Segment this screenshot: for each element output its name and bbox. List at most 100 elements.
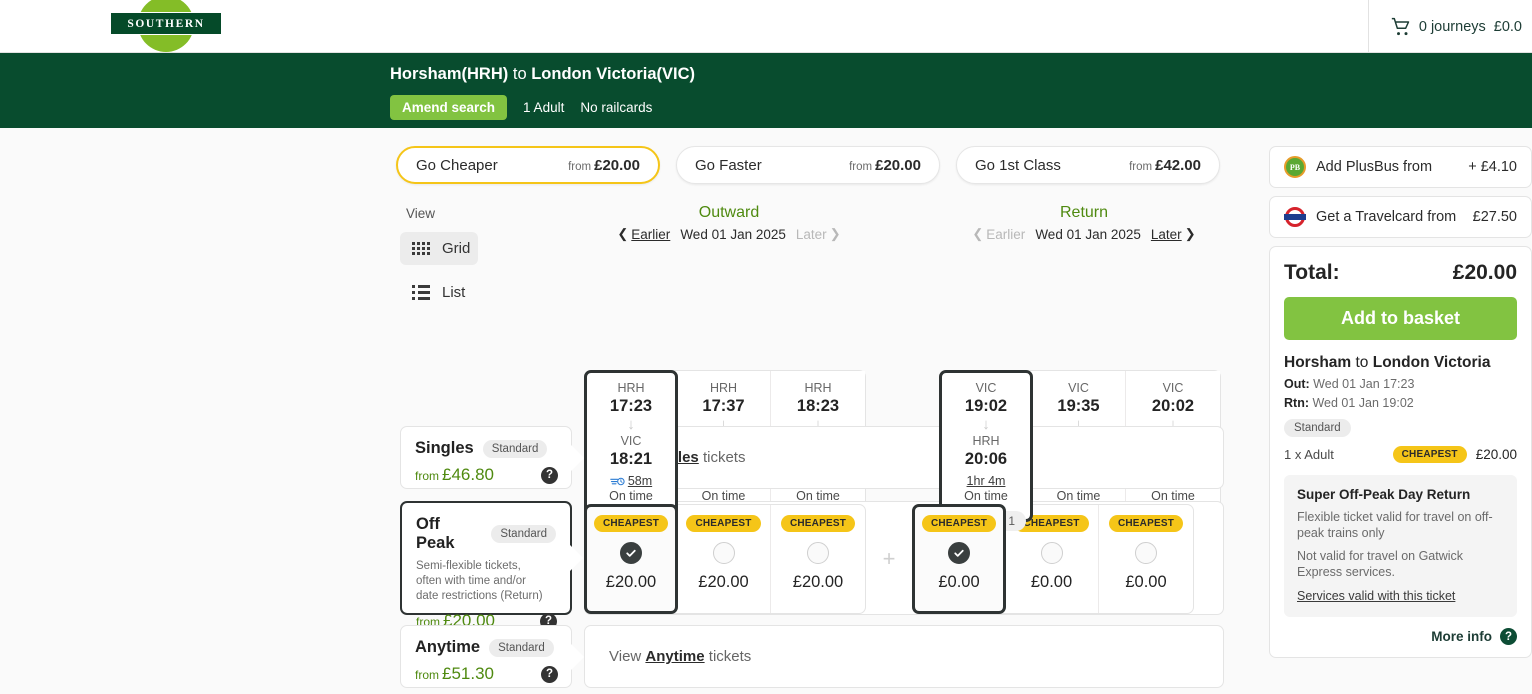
outward-date: Wed 01 Jan 2025 <box>680 226 786 242</box>
ticket-type-name: Off Peak <box>416 515 455 552</box>
journey-departure-time: 20:02 <box>1151 397 1195 415</box>
price-option[interactable]: CHEAPEST £20.00 <box>677 505 771 613</box>
price-radio[interactable] <box>1040 542 1063 564</box>
journey-origin-code: VIC <box>1162 381 1184 395</box>
return-later-button[interactable]: Later ❯ <box>1151 226 1196 242</box>
ticket-description-title: Super Off-Peak Day Return <box>1297 487 1471 502</box>
price-selection-row: CHEAPEST £20.00 CHEAPEST £20.00 CHEAPEST <box>584 504 1224 614</box>
ticket-price-amount: £46.80 <box>442 465 494 484</box>
anytime-fare-panel[interactable]: View Anytime tickets <box>584 625 1224 688</box>
journey-origin-code: HRH <box>709 381 738 395</box>
fare-tab-amount: £20.00 <box>875 156 921 174</box>
basket-out-label: Out: <box>1284 377 1310 391</box>
journey-departure-time: 19:35 <box>1057 397 1100 415</box>
singles-fare-panel[interactable]: View Singles tickets <box>584 426 1224 489</box>
return-header: Return ❮ Earlier Wed 01 Jan 2025 Later ❯ <box>939 204 1229 242</box>
price-option[interactable]: CHEAPEST £20.00 <box>584 504 678 614</box>
outward-later-label: Later <box>795 226 827 242</box>
cart-total-amount: £0.0 <box>1493 18 1522 35</box>
journey-departure-time: 17:37 <box>702 397 745 415</box>
ticket-type-pointer <box>571 643 584 670</box>
top-bar: SOUTHERN 0 journeys £0.0 <box>0 0 1532 53</box>
basket-class-tag: Standard <box>1284 419 1351 437</box>
ticket-price-from: from <box>415 668 439 682</box>
fare-tab-go-cheaper[interactable]: Go Cheaper from £20.00 <box>396 146 660 184</box>
services-valid-link[interactable]: Services valid with this ticket <box>1297 589 1455 603</box>
chevron-left-icon: ❮ <box>617 226 629 241</box>
journey-origin-code: HRH <box>617 381 645 395</box>
fastest-journey-icon <box>610 477 625 485</box>
price-radio[interactable] <box>807 542 829 564</box>
ticket-type-price: from £46.80 <box>415 465 494 485</box>
arrow-down-icon: ↓ <box>627 416 635 433</box>
journey-header-bar: Horsham(HRH) to London Victoria(VIC) Ame… <box>0 53 1532 128</box>
outward-earlier-button[interactable]: ❮ Earlier <box>617 226 670 242</box>
price-radio-selected[interactable] <box>948 542 970 564</box>
price-radio[interactable] <box>1135 542 1157 564</box>
fare-tab-go-1st-class[interactable]: Go 1st Class from £42.00 <box>956 146 1220 184</box>
view-option-list[interactable]: List <box>400 276 478 309</box>
journey-origin-code: VIC <box>975 381 997 395</box>
price-radio-selected[interactable] <box>620 542 642 564</box>
outward-later-button[interactable]: Later ❯ <box>796 226 841 242</box>
add-to-basket-button[interactable]: Add to basket <box>1284 297 1517 340</box>
fare-tab-amount: £20.00 <box>594 156 640 174</box>
total-label: Total: <box>1284 261 1340 284</box>
help-icon[interactable]: ? <box>541 665 558 683</box>
journey-card[interactable]: VIC 19:02 ↓ HRH 20:06 1hr 4m On time Cha… <box>939 370 1033 531</box>
fare-tab-price: from £42.00 <box>1129 157 1201 174</box>
basket-out-value: Wed 01 Jan 17:23 <box>1313 377 1415 391</box>
basket-origin: Horsham <box>1284 354 1352 371</box>
add-plusbus-button[interactable]: PB Add PlusBus from + £4.10 <box>1269 146 1532 188</box>
main-content: Go Cheaper from £20.00 Go Faster from £20.… <box>0 128 1532 694</box>
shopping-cart-icon <box>1391 17 1410 35</box>
basket-connector: to <box>1355 354 1369 371</box>
chevron-right-icon: ❯ <box>1184 226 1196 241</box>
more-info-label: More info <box>1431 629 1492 644</box>
get-travelcard-button[interactable]: Get a Travelcard from £27.50 <box>1269 196 1532 238</box>
journey-origin: Horsham(HRH) <box>390 65 509 83</box>
cart-summary[interactable]: 0 journeys £0.0 <box>1367 0 1532 53</box>
journey-duration[interactable]: 58m <box>628 474 652 488</box>
basket-cheapest-badge: CHEAPEST <box>1392 446 1467 463</box>
price-option[interactable]: CHEAPEST £0.00 <box>1099 505 1193 613</box>
price-option[interactable]: CHEAPEST £0.00 <box>912 504 1006 614</box>
price-radio[interactable] <box>712 542 735 564</box>
view-anytime-link[interactable]: Anytime <box>645 648 704 665</box>
arrow-down-icon: ↓ <box>982 416 990 433</box>
travelcard-label: Get a Travelcard from <box>1316 209 1457 225</box>
journey-arrival-time: 18:21 <box>609 450 653 468</box>
more-info-button[interactable]: More info ? <box>1284 628 1517 645</box>
price-option[interactable]: CHEAPEST £20.00 <box>771 505 865 613</box>
outward-earlier-label: Earlier <box>631 226 671 242</box>
fare-tab-label: Go Faster <box>695 156 762 174</box>
railcard-status: No railcards <box>580 100 653 115</box>
ticket-type-name: Anytime <box>415 638 481 656</box>
basket-price: £20.00 <box>1475 447 1517 462</box>
cart-journeys-label: 0 journeys <box>1418 18 1486 35</box>
fare-tab-group: Go Cheaper from £20.00 Go Faster from £20.… <box>396 146 1220 184</box>
help-icon[interactable]: ? <box>541 466 558 484</box>
journey-status: On time <box>964 489 1008 503</box>
journey-route-title: Horsham(HRH) to London Victoria(VIC) <box>390 65 695 84</box>
ticket-class-tag: Standard <box>489 638 554 657</box>
passenger-count: 1 Adult <box>523 100 565 115</box>
journey-duration[interactable]: 1hr 4m <box>967 474 1006 488</box>
ticket-type-anytime[interactable]: Anytime Standard from £51.30 ? <box>400 625 585 688</box>
return-earlier-button[interactable]: ❮ Earlier <box>972 226 1025 242</box>
fare-tab-from: from <box>849 160 873 173</box>
price-value: £0.00 <box>938 573 980 591</box>
help-icon[interactable]: ? <box>1500 628 1517 645</box>
cheapest-badge: CHEAPEST <box>921 515 997 532</box>
southern-logo[interactable]: SOUTHERN <box>110 0 222 56</box>
basket-route: Horsham to London Victoria <box>1284 354 1517 372</box>
amend-search-button[interactable]: Amend search <box>390 95 508 120</box>
ticket-type-off-peak[interactable]: Off Peak Standard Semi-flexible tickets,… <box>400 501 584 630</box>
ticket-class-tag: Standard <box>491 525 556 543</box>
journey-departure-time: 19:02 <box>964 397 1008 415</box>
ticket-type-singles[interactable]: Singles Standard from £46.80 ? <box>400 426 585 489</box>
check-icon <box>626 549 636 557</box>
fare-tab-go-faster[interactable]: Go Faster from £20.00 <box>676 146 940 184</box>
journey-card[interactable]: HRH 17:23 ↓ VIC 18:21 58m On time Direct <box>584 370 678 531</box>
view-option-grid[interactable]: Grid <box>400 232 478 265</box>
